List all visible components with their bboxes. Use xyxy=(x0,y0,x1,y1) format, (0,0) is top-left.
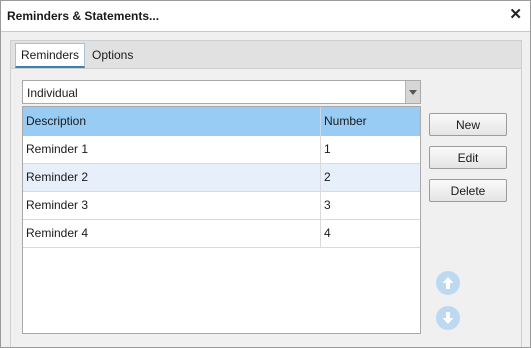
arrow-up-icon[interactable] xyxy=(436,271,460,295)
tab-strip: Reminders Options xyxy=(10,40,522,69)
cell-description: Reminder 2 xyxy=(23,164,321,191)
arrow-down-icon[interactable] xyxy=(436,306,460,330)
cell-description: Reminder 1 xyxy=(23,136,321,163)
table-row[interactable]: Reminder 4 4 xyxy=(23,220,420,248)
title-bar: Reminders & Statements... ✕ xyxy=(1,1,530,32)
table-row[interactable]: Reminder 1 1 xyxy=(23,136,420,164)
new-button[interactable]: New xyxy=(429,113,507,136)
reminders-table[interactable]: Description Number Reminder 1 1 Reminder… xyxy=(22,106,421,334)
column-header-number[interactable]: Number xyxy=(321,107,420,136)
table-row[interactable]: Reminder 3 3 xyxy=(23,192,420,220)
delete-button[interactable]: Delete xyxy=(429,179,507,202)
cell-number: 2 xyxy=(324,170,331,184)
chevron-down-icon[interactable] xyxy=(405,81,420,103)
cell-number: 1 xyxy=(324,142,331,156)
reminder-type-value: Individual xyxy=(27,86,78,100)
close-icon[interactable]: ✕ xyxy=(509,7,522,23)
edit-button[interactable]: Edit xyxy=(429,146,507,169)
table-header: Description Number xyxy=(23,107,420,136)
cell-description: Reminder 3 xyxy=(23,192,321,219)
cell-description: Reminder 4 xyxy=(23,220,321,247)
dialog-title: Reminders & Statements... xyxy=(7,9,160,23)
table-row[interactable]: Reminder 2 2 xyxy=(23,164,420,192)
tab-reminders[interactable]: Reminders xyxy=(15,43,86,68)
tab-options[interactable]: Options xyxy=(87,43,138,67)
cell-number: 3 xyxy=(324,198,331,212)
column-header-description[interactable]: Description xyxy=(23,107,321,136)
cell-number: 4 xyxy=(324,226,331,240)
reminder-type-select[interactable]: Individual xyxy=(22,80,421,104)
